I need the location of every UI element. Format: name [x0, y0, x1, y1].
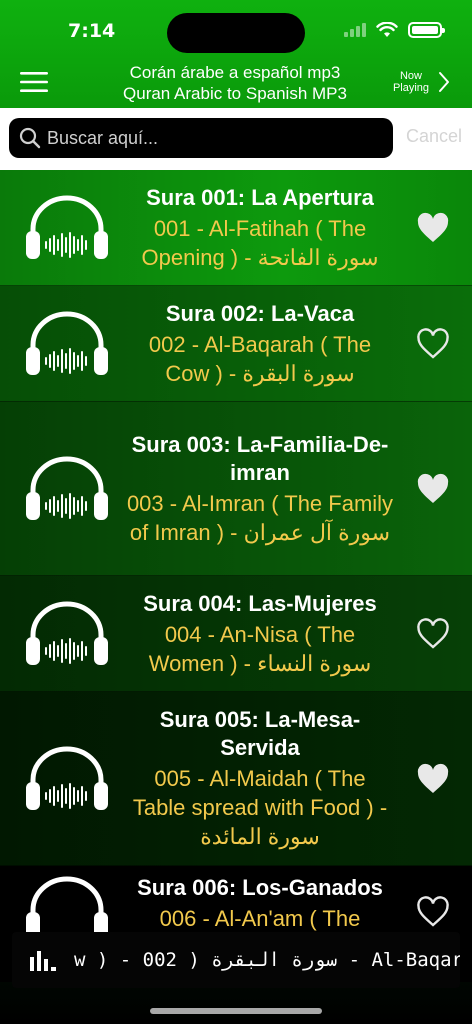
now-playing-label: Now Playing — [392, 70, 430, 94]
heart-outline-icon[interactable] — [416, 617, 450, 650]
surah-subtitle: 005 - Al-Maidah ( The Table spread with … — [132, 766, 388, 849]
list-item-text: Sura 001: La Apertura 001 - Al-Fatihah (… — [126, 184, 394, 272]
now-playing-button[interactable]: Now Playing — [390, 70, 450, 94]
status-icons — [344, 22, 445, 38]
chevron-right-icon — [439, 72, 449, 92]
surah-title: Sura 003: La-Familia-De-imran — [131, 431, 389, 485]
hamburger-menu-icon[interactable] — [20, 70, 48, 94]
mini-player[interactable]: w ) - سورة البقرة ( 002 - Al-Baqarah ( — [12, 932, 460, 988]
search-icon — [19, 127, 41, 149]
list-item[interactable]: Sura 003: La-Familia-De-imran 003 - Al-I… — [0, 402, 472, 576]
page-title: Corán árabe a español mp3 Quran Arabic t… — [90, 62, 380, 104]
heart-filled-icon[interactable] — [416, 763, 450, 795]
surah-subtitle: 003 - Al-Imran ( The Family of Imran ) -… — [126, 490, 394, 545]
surah-subtitle: 001 - Al-Fatihah ( The Opening ) - سورة … — [141, 215, 379, 270]
list-item-text: Sura 002: La-Vaca 002 - Al-Baqarah ( The… — [126, 300, 394, 388]
surah-subtitle: 002 - Al-Baqarah ( The Cow ) - سورة البق… — [148, 331, 372, 386]
list-item[interactable]: Sura 001: La Apertura 001 - Al-Fatihah (… — [0, 170, 472, 286]
cellular-signal-icon — [344, 23, 366, 37]
surah-title: Sura 005: La-Mesa-Servida — [159, 707, 361, 760]
title-line-english: Quran Arabic to Spanish MP3 — [123, 84, 347, 103]
search-field[interactable] — [9, 118, 393, 158]
dynamic-island — [167, 13, 305, 53]
surah-title: Sura 004: Las-Mujeres — [143, 590, 377, 616]
equalizer-icon[interactable] — [30, 949, 56, 971]
app-header: 7:14 Corán árabe a español mp3 Quran Ara… — [0, 0, 472, 108]
nav-bar: Corán árabe a español mp3 Quran Arabic t… — [0, 60, 472, 108]
title-line-spanish: Corán árabe a español mp3 — [129, 63, 341, 82]
list-item-text: Sura 004: Las-Mujeres 004 - An-Nisa ( Th… — [126, 590, 394, 678]
cancel-button[interactable]: Cancel — [406, 126, 462, 147]
headphones-icon — [26, 195, 108, 259]
heart-outline-icon[interactable] — [416, 896, 450, 928]
surah-title: Sura 002: La-Vaca — [165, 300, 355, 326]
list-item-text: Sura 005: La-Mesa-Servida 005 - Al-Maida… — [126, 706, 394, 851]
surah-list[interactable]: Sura 001: La Apertura 001 - Al-Fatihah (… — [0, 170, 472, 1024]
headphones-icon — [26, 456, 108, 520]
status-time: 7:14 — [68, 20, 116, 42]
list-item[interactable]: Sura 002: La-Vaca 002 - Al-Baqarah ( The… — [0, 286, 472, 402]
home-indicator — [150, 1008, 322, 1014]
wifi-icon — [376, 22, 398, 37]
search-input[interactable] — [47, 127, 377, 149]
now-playing-marquee: w ) - سورة البقرة ( 002 - Al-Baqarah ( — [74, 949, 460, 971]
list-item-text: Sura 006: Los-Ganados 006 - Al-An'am ( T… — [126, 874, 394, 933]
heart-filled-icon[interactable] — [416, 212, 450, 244]
status-bar: 7:14 — [0, 0, 472, 60]
battery-icon — [408, 22, 445, 38]
surah-subtitle: 004 - An-Nisa ( The Women ) - سورة النسا… — [148, 621, 372, 676]
list-item[interactable]: Sura 005: La-Mesa-Servida 005 - Al-Maida… — [0, 692, 472, 866]
surah-subtitle: 006 - Al-An'am ( The — [159, 906, 361, 931]
headphones-icon — [26, 746, 108, 810]
list-item-text: Sura 003: La-Familia-De-imran 003 - Al-I… — [126, 431, 394, 547]
headphones-icon — [26, 311, 108, 375]
search-bar: Cancel — [0, 108, 472, 170]
surah-title: Sura 006: Los-Ganados — [137, 875, 383, 900]
list-item[interactable]: Sura 004: Las-Mujeres 004 - An-Nisa ( Th… — [0, 576, 472, 692]
headphones-icon — [26, 601, 108, 665]
surah-title: Sura 001: La Apertura — [146, 184, 374, 210]
heart-filled-icon[interactable] — [416, 473, 450, 505]
heart-outline-icon[interactable] — [416, 327, 450, 360]
